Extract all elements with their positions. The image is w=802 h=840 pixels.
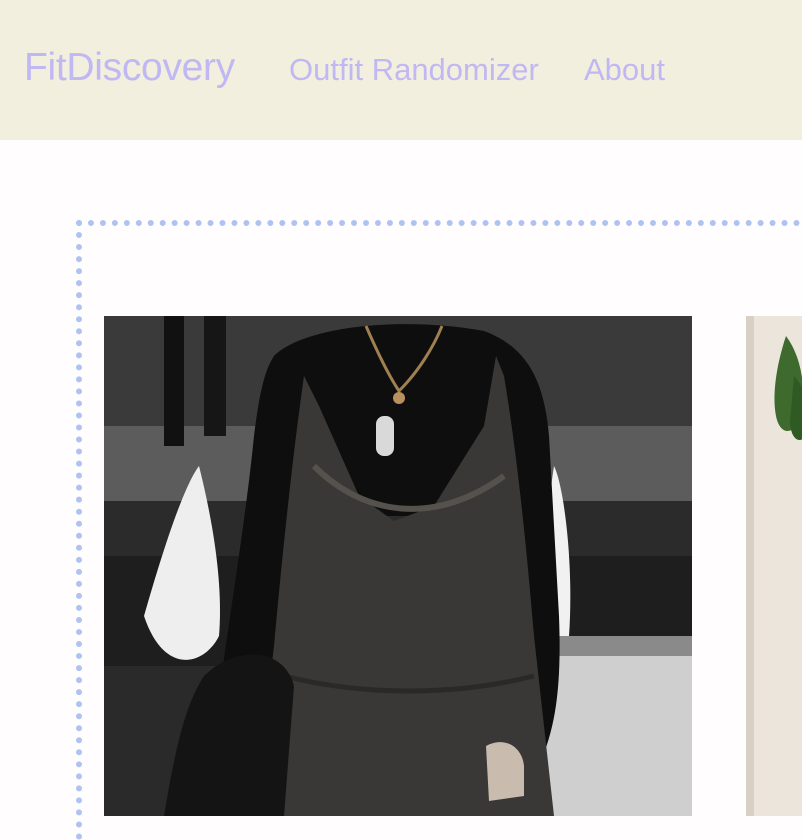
brand-logo-link[interactable]: FitDiscovery xyxy=(24,46,235,90)
outfit-photo-card[interactable] xyxy=(104,316,692,816)
outfit-photo-image-next xyxy=(746,316,802,816)
top-navbar: FitDiscovery Outfit Randomizer About xyxy=(0,0,802,140)
outfit-photo-image xyxy=(104,316,692,816)
nav-link-about[interactable]: About xyxy=(584,52,665,88)
nav-link-outfit-randomizer[interactable]: Outfit Randomizer xyxy=(289,52,539,88)
outfit-photo-card-next[interactable] xyxy=(746,316,802,816)
